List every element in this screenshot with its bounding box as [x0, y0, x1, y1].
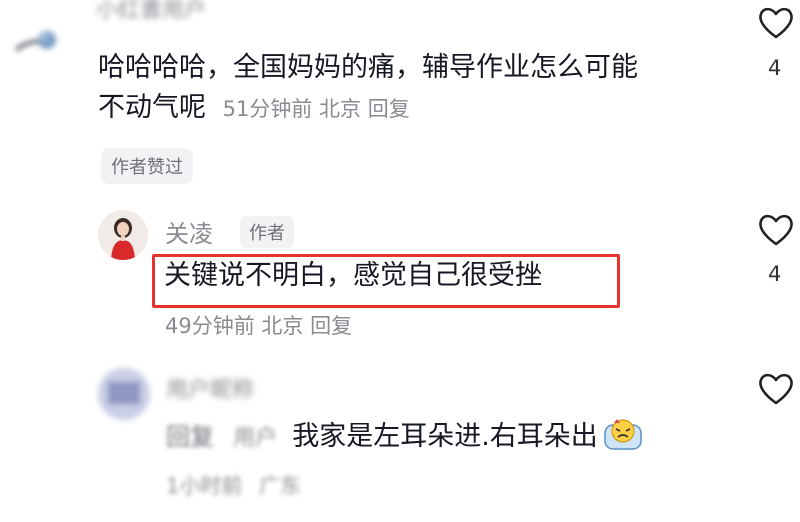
comment2-username[interactable]: 用户昵称	[166, 372, 254, 404]
heart-icon	[759, 373, 793, 405]
crying-face-emoji	[603, 417, 643, 455]
reply1-like-count: 4	[768, 262, 782, 286]
author-badge: 作者	[240, 216, 294, 248]
author-avatar-image	[98, 210, 148, 260]
comment2-reply-prefix: 回复	[166, 423, 214, 451]
comment1-text-line1: 哈哈哈哈，全国妈妈的痛，辅导作业怎么可能	[98, 52, 638, 83]
comment2-avatar-image	[98, 368, 150, 420]
comment2-location: 广东	[259, 474, 302, 498]
comment1-text[interactable]: 哈哈哈哈，全国妈妈的痛，辅导作业怎么可能 不动气呢 51分钟前 北京 回复	[98, 48, 718, 129]
author-avatar[interactable]	[98, 210, 148, 260]
comment1-username[interactable]: 小红書用户	[96, 0, 206, 24]
comment2-time: 1小时前	[166, 474, 243, 498]
author-liked-badge: 作者赞过	[101, 148, 193, 184]
reply1-location: 北京	[261, 314, 304, 338]
reply1-meta: 49分钟前 北京 回复	[165, 310, 352, 340]
reply1-time: 49分钟前	[165, 314, 255, 338]
heart-icon	[759, 7, 793, 39]
reply1-username[interactable]: 关凌	[165, 214, 213, 249]
comment1-time: 51分钟前	[222, 97, 313, 121]
comment2-meta: 1小时前 广东	[166, 470, 301, 500]
reply1-text[interactable]: 关键说不明白，感觉自己很受挫	[164, 256, 542, 296]
comment1-avatar[interactable]	[14, 18, 60, 58]
comment1-reply-button[interactable]: 回复	[368, 97, 410, 121]
comment2-text: 我家是左耳朵进.右耳朵出	[292, 421, 598, 452]
comment1-like-count: 4	[768, 56, 782, 80]
comment1-text-line2-row: 不动气呢 51分钟前 北京 回复	[98, 88, 718, 129]
heart-icon	[759, 214, 793, 246]
comment1-text-line2: 不动气呢	[98, 92, 206, 123]
comment2-body[interactable]: 回复 用户 我家是左耳朵进.右耳朵出	[166, 414, 643, 455]
comment1-meta: 51分钟前 北京 回复	[223, 97, 410, 121]
comment2-avatar[interactable]	[98, 368, 150, 420]
comment2-mention[interactable]: 用户	[233, 420, 277, 452]
reply1-like-button[interactable]	[756, 211, 796, 251]
reply1-reply-button[interactable]: 回复	[310, 314, 352, 338]
comment1-like-button[interactable]	[756, 4, 796, 44]
comment1-location: 北京	[319, 97, 362, 121]
avatar-image	[15, 31, 56, 52]
comment2-like-button[interactable]	[756, 370, 796, 410]
